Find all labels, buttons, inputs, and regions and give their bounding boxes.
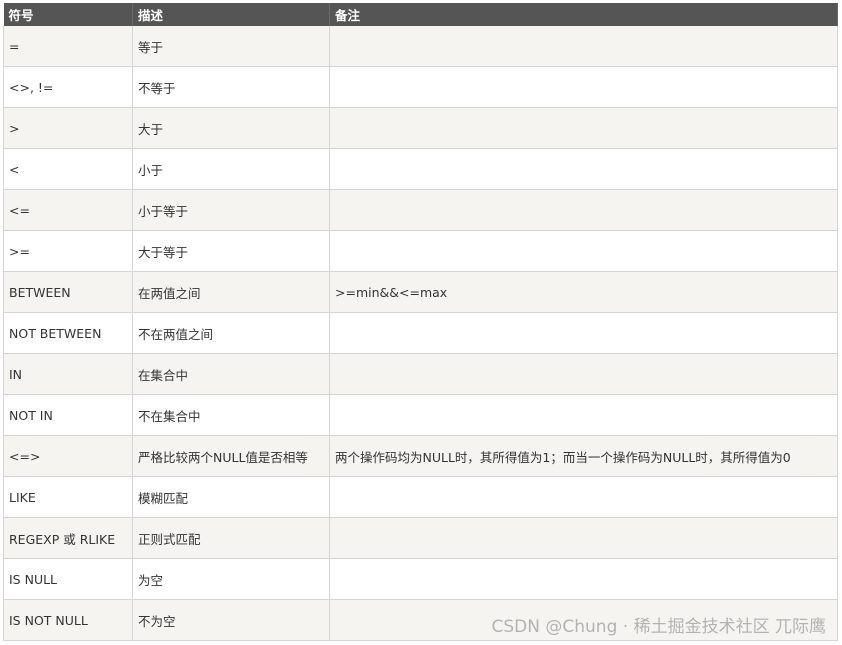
cell-symbol: <=	[3, 189, 133, 231]
cell-symbol: IS NULL	[3, 558, 133, 600]
table-header-row: 符号 描述 备注	[3, 3, 838, 26]
cell-description: 大于	[132, 107, 330, 149]
cell-remark: 两个操作码均为NULL时，其所得值为1；而当一个操作码为NULL时，其所得值为0	[329, 435, 838, 477]
cell-remark	[329, 230, 838, 272]
header-description: 描述	[132, 3, 330, 26]
header-remark: 备注	[329, 3, 838, 26]
cell-description: 为空	[132, 558, 330, 600]
cell-symbol: REGEXP 或 RLIKE	[3, 517, 133, 559]
cell-description: 小于	[132, 148, 330, 190]
cell-remark	[329, 394, 838, 436]
table-row: LIKE 模糊匹配	[3, 476, 838, 518]
cell-remark	[329, 26, 838, 67]
cell-symbol: <	[3, 148, 133, 190]
table-row: REGEXP 或 RLIKE 正则式匹配	[3, 517, 838, 559]
table-row: >= 大于等于	[3, 230, 838, 272]
cell-remark	[329, 312, 838, 354]
cell-remark	[329, 476, 838, 518]
cell-symbol: BETWEEN	[3, 271, 133, 313]
table-row: IS NULL 为空	[3, 558, 838, 600]
cell-description: 模糊匹配	[132, 476, 330, 518]
cell-description: 大于等于	[132, 230, 330, 272]
table-row: = 等于	[3, 26, 838, 67]
cell-remark	[329, 107, 838, 149]
cell-symbol: NOT BETWEEN	[3, 312, 133, 354]
cell-remark	[329, 148, 838, 190]
table-row: <= 小于等于	[3, 189, 838, 231]
cell-remark	[329, 189, 838, 231]
header-symbol: 符号	[3, 3, 133, 26]
cell-symbol: LIKE	[3, 476, 133, 518]
cell-description: 不等于	[132, 66, 330, 108]
cell-symbol: IN	[3, 353, 133, 395]
page: 符号 描述 备注 = 等于 <>, != 不等于 > 大于 < 小于 <= 小于等于 >= 大于等于 B…	[0, 0, 842, 645]
cell-symbol: =	[3, 26, 133, 67]
cell-symbol: IS NOT NULL	[3, 599, 133, 641]
cell-symbol: >	[3, 107, 133, 149]
cell-description: 不为空	[132, 599, 330, 641]
operators-table: 符号 描述 备注 = 等于 <>, != 不等于 > 大于 < 小于 <= 小于等于 >= 大于等于 B…	[3, 3, 838, 641]
cell-symbol: >=	[3, 230, 133, 272]
cell-remark	[329, 599, 838, 641]
cell-symbol: <>, !=	[3, 66, 133, 108]
cell-description: 在集合中	[132, 353, 330, 395]
table-row: <>, != 不等于	[3, 66, 838, 108]
table-row: NOT IN 不在集合中	[3, 394, 838, 436]
cell-description: 不在两值之间	[132, 312, 330, 354]
cell-remark	[329, 517, 838, 559]
table-row: NOT BETWEEN 不在两值之间	[3, 312, 838, 354]
cell-description: 不在集合中	[132, 394, 330, 436]
table-row: <=> 严格比较两个NULL值是否相等 两个操作码均为NULL时，其所得值为1；而当…	[3, 435, 838, 477]
cell-remark: >=min&&<=max	[329, 271, 838, 313]
table-row: > 大于	[3, 107, 838, 149]
cell-description: 严格比较两个NULL值是否相等	[132, 435, 330, 477]
cell-symbol: NOT IN	[3, 394, 133, 436]
cell-remark	[329, 353, 838, 395]
cell-description: 小于等于	[132, 189, 330, 231]
cell-description: 正则式匹配	[132, 517, 330, 559]
cell-description: 在两值之间	[132, 271, 330, 313]
table-row: BETWEEN 在两值之间 >=min&&<=max	[3, 271, 838, 313]
cell-remark	[329, 66, 838, 108]
table-row: < 小于	[3, 148, 838, 190]
table-row: IS NOT NULL 不为空	[3, 599, 838, 641]
cell-description: 等于	[132, 26, 330, 67]
cell-symbol: <=>	[3, 435, 133, 477]
cell-remark	[329, 558, 838, 600]
table-row: IN 在集合中	[3, 353, 838, 395]
